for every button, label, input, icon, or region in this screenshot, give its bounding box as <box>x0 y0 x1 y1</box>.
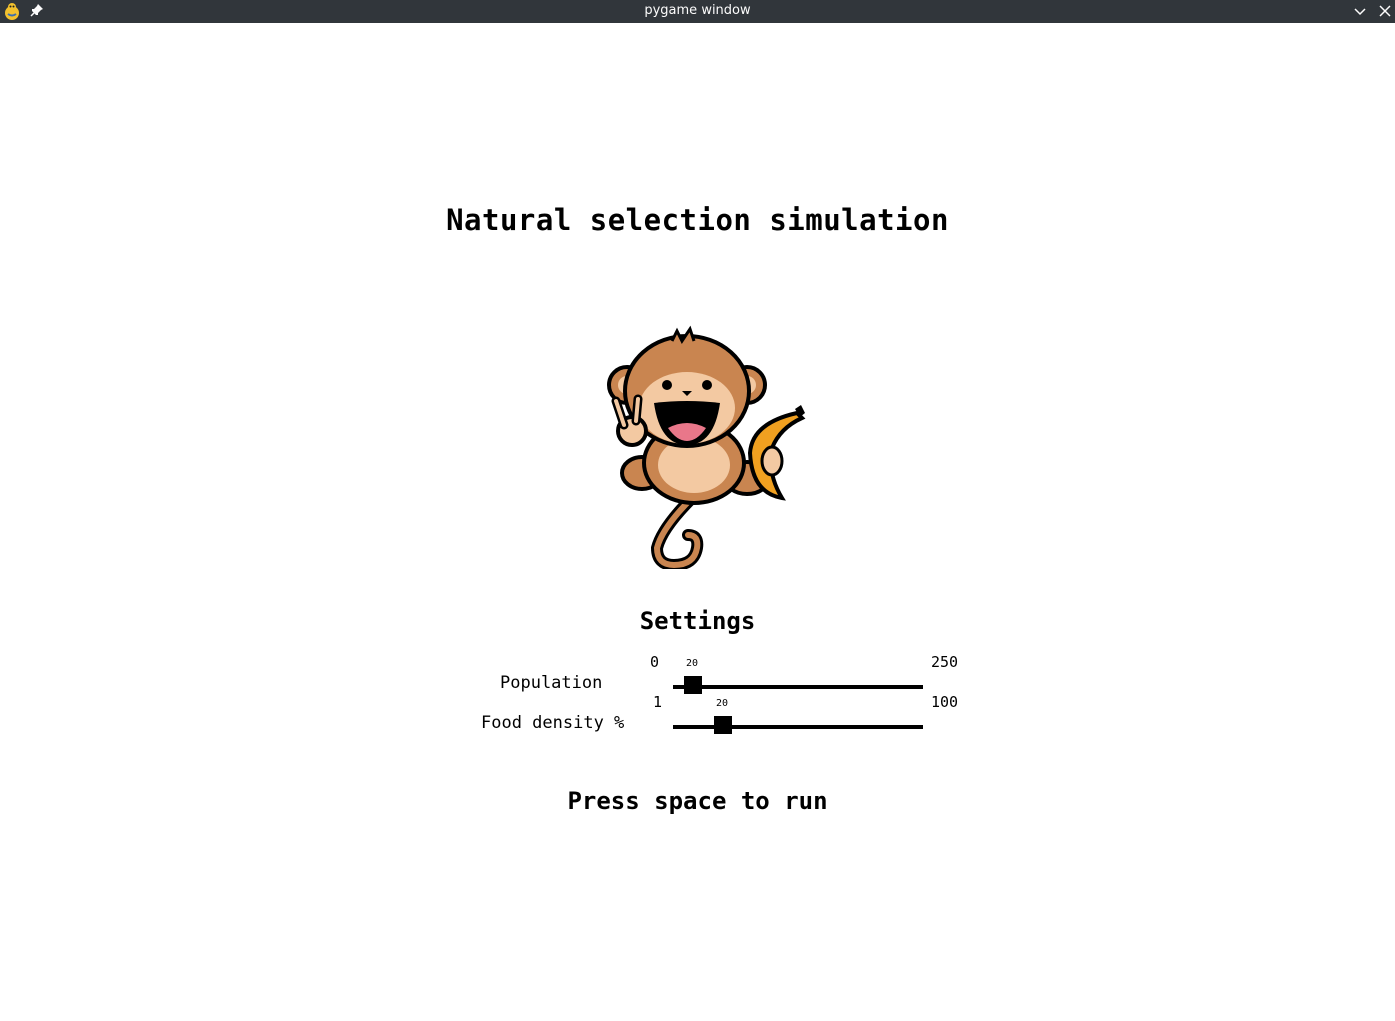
close-icon[interactable] <box>1377 3 1393 19</box>
food-density-slider-handle[interactable] <box>714 716 732 734</box>
window-titlebar: pygame window <box>0 0 1395 23</box>
population-min: 0 <box>650 653 660 671</box>
food-density-slider-track[interactable] <box>673 725 923 729</box>
population-value: 20 <box>686 658 699 669</box>
food-density-value: 20 <box>716 698 729 709</box>
monkey-illustration <box>607 325 806 569</box>
chevron-down-icon[interactable] <box>1352 3 1368 19</box>
population-slider-handle[interactable] <box>684 676 702 694</box>
food-density-max: 100 <box>931 693 959 711</box>
run-hint: Press space to run <box>567 787 828 815</box>
window-title: pygame window <box>644 3 751 18</box>
settings-title: Settings <box>639 607 756 635</box>
population-slider-track[interactable] <box>673 685 923 689</box>
game-canvas[interactable]: Natural selection simulation Settings Po… <box>0 23 1395 1021</box>
food-density-min: 1 <box>653 693 663 711</box>
population-max: 250 <box>931 653 959 671</box>
page-title: Natural selection simulation <box>446 203 949 237</box>
population-label: Population <box>500 673 603 693</box>
food-density-label: Food density % <box>481 713 625 733</box>
